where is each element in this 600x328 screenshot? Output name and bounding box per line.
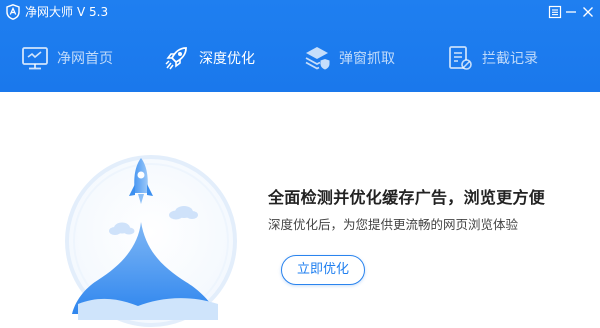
main-nav: 净网首页 深度优化 弹窗抓取 拦截记录: [0, 24, 600, 92]
minimize-icon[interactable]: [562, 3, 580, 21]
nav-item-block-records[interactable]: 拦截记录: [445, 24, 538, 92]
rocket-icon: [165, 47, 187, 70]
nav-item-home[interactable]: 净网首页: [20, 24, 113, 92]
feature-description: 深度优化后，为您提供更流畅的网页浏览体验: [268, 217, 519, 232]
window-title: 净网大师 V 5.3: [25, 4, 108, 20]
nav-item-label: 净网首页: [57, 51, 113, 67]
nav-item-deep-optimize[interactable]: 深度优化: [162, 24, 255, 92]
layers-shield-icon: [305, 47, 330, 70]
app-version: V 5.3: [77, 5, 109, 19]
content-top-strip: [0, 92, 600, 121]
app-logo-icon: [6, 4, 20, 20]
record-block-icon: [449, 46, 472, 70]
nav-item-popup-capture[interactable]: 弹窗抓取: [302, 24, 395, 92]
nav-item-label: 拦截记录: [482, 51, 538, 67]
monitor-icon: [22, 47, 48, 70]
close-icon[interactable]: [579, 3, 597, 21]
title-bar: 净网大师 V 5.3: [0, 0, 600, 24]
optimize-now-button[interactable]: 立即优化: [281, 255, 365, 285]
app-header: 净网大师 V 5.3 净网首页 深度优化 弹窗抓取 拦截记录: [0, 0, 600, 92]
app-name: 净网大师: [25, 5, 74, 19]
nav-item-label: 深度优化: [199, 51, 255, 67]
feature-headline: 全面检测并优化缓存广告，浏览更方便: [268, 188, 546, 207]
rocket-illustration: [65, 155, 237, 327]
nav-item-label: 弹窗抓取: [339, 51, 395, 67]
